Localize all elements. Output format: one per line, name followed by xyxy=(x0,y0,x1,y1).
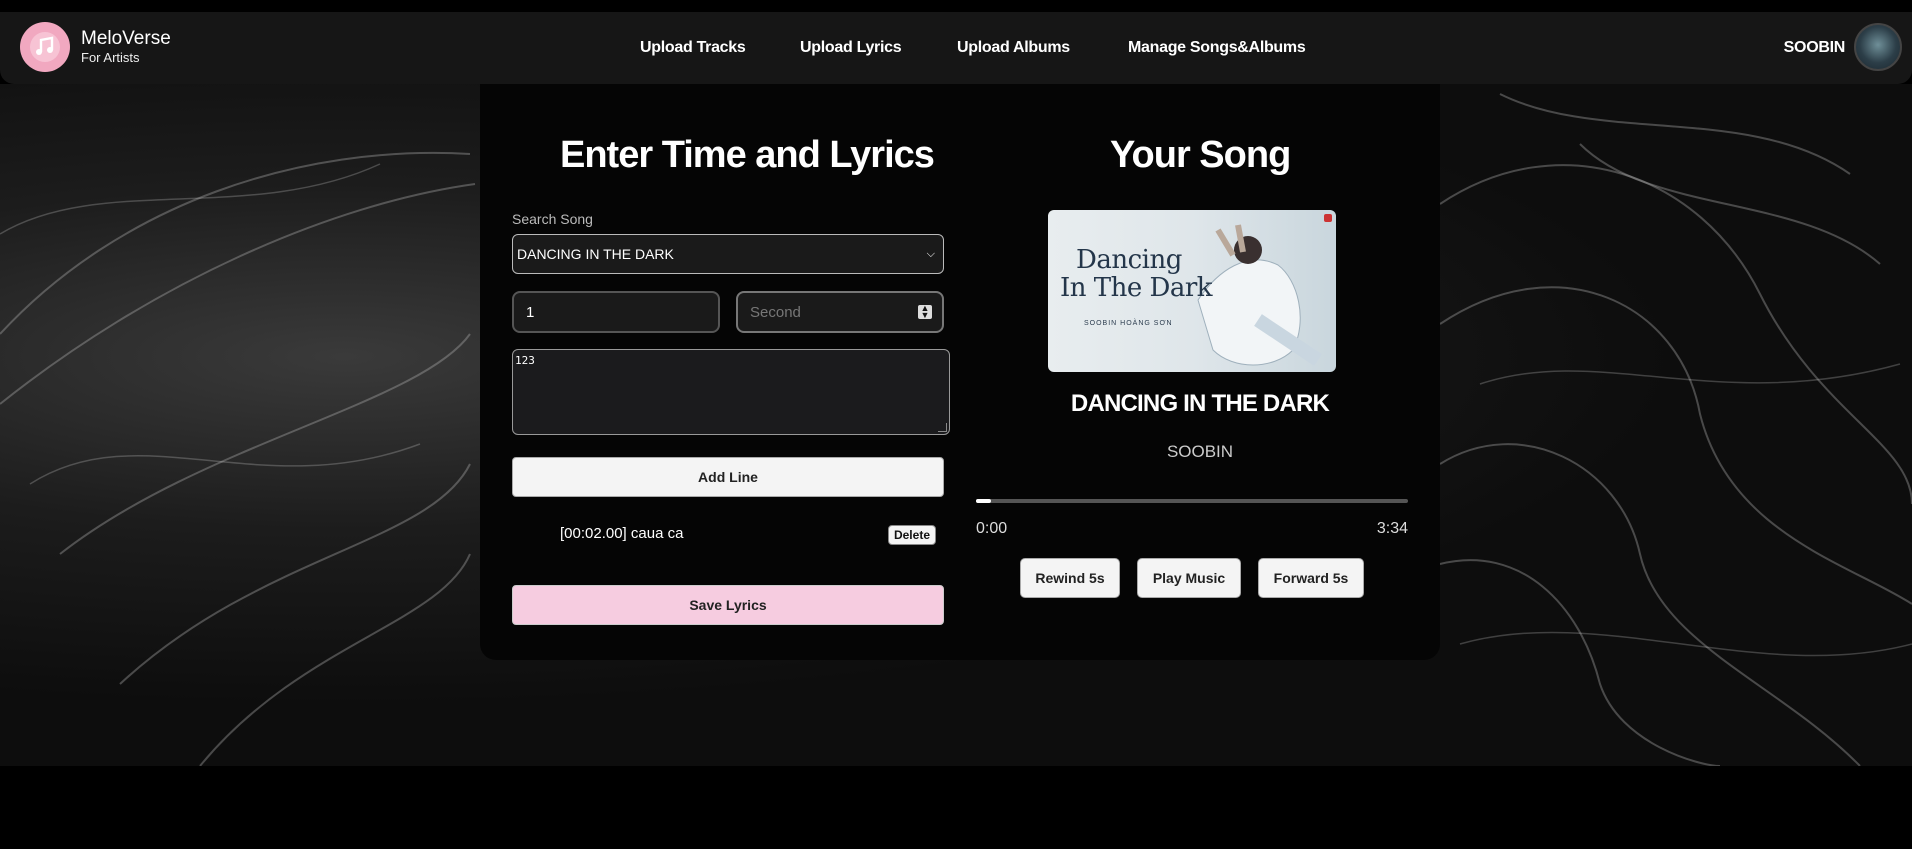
song-select[interactable]: DANCING IN THE DARK ⌵ xyxy=(512,234,944,274)
nav-upload-albums[interactable]: Upload Albums xyxy=(957,39,1070,57)
cover-title: Dancing In The Dark xyxy=(1060,245,1213,303)
lyrics-panel: Enter Time and Lyrics Search Song DANCIN… xyxy=(480,84,1440,660)
play-button[interactable]: Play Music xyxy=(1137,558,1241,598)
nav-manage-songs-albums[interactable]: Manage Songs&Albums xyxy=(1128,39,1306,57)
progress-fill xyxy=(976,499,992,503)
resize-handle-icon[interactable] xyxy=(938,423,947,432)
bottom-bar xyxy=(0,766,1912,849)
second-input[interactable]: Second ▲ ▼ xyxy=(736,291,944,333)
top-strip xyxy=(0,0,1912,12)
top-navbar: MeloVerse For Artists Upload Tracks Uplo… xyxy=(0,12,1912,84)
song-artist: SOOBIN xyxy=(1166,442,1234,461)
lyric-line-row: [00:02.00] caua ca Delete xyxy=(560,525,936,547)
delete-line-button[interactable]: Delete xyxy=(887,525,936,545)
song-select-value: DANCING IN THE DARK xyxy=(517,246,674,262)
cover-title-line1: Dancing xyxy=(1076,245,1182,275)
editor-title: Enter Time and Lyrics xyxy=(560,134,935,176)
current-time: 0:00 xyxy=(976,520,1008,537)
minute-input-value: 1 xyxy=(526,303,535,321)
save-lyrics-button[interactable]: Save Lyrics xyxy=(512,585,944,625)
song-title: DANCING IN THE DARK xyxy=(1070,390,1330,417)
search-song-label: Search Song xyxy=(512,211,593,227)
cover-title-line2: In The Dark xyxy=(1060,273,1213,303)
chevron-down-icon: ⌵ xyxy=(926,247,935,260)
album-cover: Dancing In The Dark SOOBIN HOÀNG SƠN xyxy=(1048,210,1336,372)
nav-upload-tracks[interactable]: Upload Tracks xyxy=(640,39,746,57)
nav-upload-lyrics[interactable]: Upload Lyrics xyxy=(800,39,902,57)
add-line-button[interactable]: Add Line xyxy=(512,457,944,497)
avatar[interactable] xyxy=(1854,23,1902,71)
duration: 3:34 xyxy=(1376,520,1408,537)
cover-artist: SOOBIN HOÀNG SƠN xyxy=(1084,320,1173,327)
forward-button[interactable]: Forward 5s xyxy=(1258,558,1364,598)
progress-bar[interactable] xyxy=(976,499,1408,503)
second-input-placeholder: Second xyxy=(750,303,801,321)
player-title: Your Song xyxy=(1110,134,1291,176)
user-name[interactable]: SOOBIN xyxy=(1784,39,1846,57)
lyric-textarea[interactable]: 123 xyxy=(512,349,950,435)
number-stepper-icon[interactable]: ▲ ▼ xyxy=(918,304,932,320)
main-nav: Upload Tracks Upload Lyrics Upload Album… xyxy=(0,39,1912,63)
cover-badge-icon xyxy=(1324,214,1332,222)
minute-input[interactable]: 1 xyxy=(512,291,720,333)
rewind-button[interactable]: Rewind 5s xyxy=(1020,558,1120,598)
lyric-line-text: [00:02.00] caua ca xyxy=(560,525,684,542)
lyric-textarea-value: 123 xyxy=(515,354,535,367)
